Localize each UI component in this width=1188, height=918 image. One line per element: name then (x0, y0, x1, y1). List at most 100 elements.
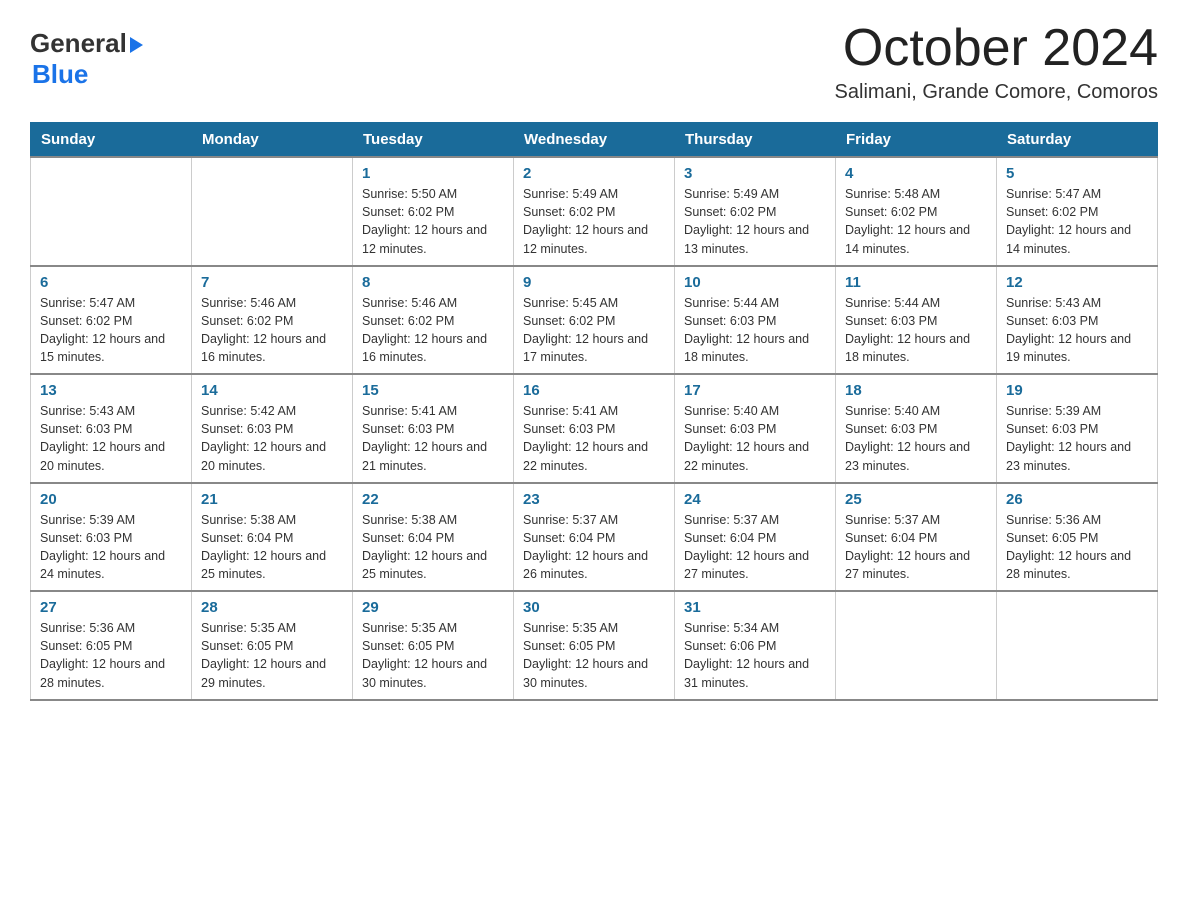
logo-general: General (30, 28, 127, 59)
calendar-cell: 18 Sunrise: 5:40 AM Sunset: 6:03 PM Dayli… (836, 374, 997, 483)
calendar-cell: 10Sunrise: 5:44 AM Sunset: 6:03 PM Dayli… (675, 266, 836, 375)
calendar-cell: 8 Sunrise: 5:46 AM Sunset: 6:02 PM Daylig… (353, 266, 514, 375)
calendar-cell: 31 Sunrise: 5:34 AM Sunset: 6:06 PM Dayli… (675, 591, 836, 700)
col-header-tuesday: Tuesday (353, 123, 514, 158)
calendar-table: SundayMondayTuesdayWednesdayThursdayFrid… (30, 122, 1158, 701)
week-row-1: 6 Sunrise: 5:47 AM Sunset: 6:02 PM Daylig… (31, 266, 1158, 375)
calendar-cell: 28 Sunrise: 5:35 AM Sunset: 6:05 PM Dayli… (192, 591, 353, 700)
day-info: Sunrise: 5:45 AM Sunset: 6:02 PM Dayligh… (523, 294, 665, 367)
calendar-cell (192, 157, 353, 266)
calendar-cell: 27 Sunrise: 5:36 AM Sunset: 6:05 PM Dayli… (31, 591, 192, 700)
calendar-cell: 29 Sunrise: 5:35 AM Sunset: 6:05 PM Dayli… (353, 591, 514, 700)
day-info: Sunrise: 5:37 AM Sunset: 6:04 PM Dayligh… (523, 511, 665, 584)
week-row-2: 13Sunrise: 5:43 AM Sunset: 6:03 PM Dayli… (31, 374, 1158, 483)
day-number: 23 (523, 491, 665, 508)
day-info: Sunrise: 5:38 AM Sunset: 6:04 PM Dayligh… (201, 511, 343, 584)
col-header-thursday: Thursday (675, 123, 836, 158)
day-number: 16 (523, 382, 665, 399)
col-header-friday: Friday (836, 123, 997, 158)
calendar-cell: 9 Sunrise: 5:45 AM Sunset: 6:02 PM Daylig… (514, 266, 675, 375)
calendar-cell (31, 157, 192, 266)
day-number: 31 (684, 599, 826, 616)
calendar-cell: 21 Sunrise: 5:38 AM Sunset: 6:04 PM Dayli… (192, 483, 353, 592)
day-number: 10 (684, 274, 826, 291)
week-row-0: 1 Sunrise: 5:50 AM Sunset: 6:02 PM Daylig… (31, 157, 1158, 266)
day-number: 20 (40, 491, 182, 508)
day-info: Sunrise: 5:34 AM Sunset: 6:06 PM Dayligh… (684, 619, 826, 692)
day-number: 11 (845, 274, 987, 291)
title-block: October 2024 Salimani, Grande Comore, Co… (835, 20, 1158, 104)
day-number: 28 (201, 599, 343, 616)
week-row-4: 27 Sunrise: 5:36 AM Sunset: 6:05 PM Dayli… (31, 591, 1158, 700)
day-info: Sunrise: 5:46 AM Sunset: 6:02 PM Dayligh… (201, 294, 343, 367)
day-number: 25 (845, 491, 987, 508)
day-number: 19 (1006, 382, 1148, 399)
day-info: Sunrise: 5:37 AM Sunset: 6:04 PM Dayligh… (845, 511, 987, 584)
day-number: 14 (201, 382, 343, 399)
calendar-cell: 15Sunrise: 5:41 AM Sunset: 6:03 PM Dayli… (353, 374, 514, 483)
day-number: 12 (1006, 274, 1148, 291)
calendar-cell: 5 Sunrise: 5:47 AM Sunset: 6:02 PM Daylig… (997, 157, 1158, 266)
day-number: 1 (362, 165, 504, 182)
col-header-wednesday: Wednesday (514, 123, 675, 158)
calendar-cell: 14Sunrise: 5:42 AM Sunset: 6:03 PM Dayli… (192, 374, 353, 483)
calendar-cell: 25 Sunrise: 5:37 AM Sunset: 6:04 PM Dayli… (836, 483, 997, 592)
day-number: 24 (684, 491, 826, 508)
calendar-cell: 26 Sunrise: 5:36 AM Sunset: 6:05 PM Dayli… (997, 483, 1158, 592)
day-info: Sunrise: 5:35 AM Sunset: 6:05 PM Dayligh… (201, 619, 343, 692)
day-number: 27 (40, 599, 182, 616)
calendar-cell: 20 Sunrise: 5:39 AM Sunset: 6:03 PM Dayli… (31, 483, 192, 592)
day-number: 6 (40, 274, 182, 291)
header-row: SundayMondayTuesdayWednesdayThursdayFrid… (31, 123, 1158, 158)
day-info: Sunrise: 5:46 AM Sunset: 6:02 PM Dayligh… (362, 294, 504, 367)
day-number: 18 (845, 382, 987, 399)
day-number: 21 (201, 491, 343, 508)
day-info: Sunrise: 5:39 AM Sunset: 6:03 PM Dayligh… (40, 511, 182, 584)
day-number: 13 (40, 382, 182, 399)
location-subtitle: Salimani, Grande Comore, Comoros (835, 81, 1158, 104)
calendar-cell: 3 Sunrise: 5:49 AM Sunset: 6:02 PM Daylig… (675, 157, 836, 266)
day-info: Sunrise: 5:40 AM Sunset: 6:03 PM Dayligh… (684, 402, 826, 475)
day-number: 29 (362, 599, 504, 616)
col-header-saturday: Saturday (997, 123, 1158, 158)
day-info: Sunrise: 5:49 AM Sunset: 6:02 PM Dayligh… (684, 185, 826, 258)
day-info: Sunrise: 5:35 AM Sunset: 6:05 PM Dayligh… (362, 619, 504, 692)
day-number: 2 (523, 165, 665, 182)
day-number: 5 (1006, 165, 1148, 182)
calendar-cell: 12Sunrise: 5:43 AM Sunset: 6:03 PM Dayli… (997, 266, 1158, 375)
day-number: 17 (684, 382, 826, 399)
calendar-cell: 17 Sunrise: 5:40 AM Sunset: 6:03 PM Dayli… (675, 374, 836, 483)
day-number: 26 (1006, 491, 1148, 508)
day-info: Sunrise: 5:50 AM Sunset: 6:02 PM Dayligh… (362, 185, 504, 258)
calendar-cell: 11 Sunrise: 5:44 AM Sunset: 6:03 PM Dayli… (836, 266, 997, 375)
day-info: Sunrise: 5:40 AM Sunset: 6:03 PM Dayligh… (845, 402, 987, 475)
day-number: 3 (684, 165, 826, 182)
day-info: Sunrise: 5:36 AM Sunset: 6:05 PM Dayligh… (40, 619, 182, 692)
day-number: 8 (362, 274, 504, 291)
col-header-sunday: Sunday (31, 123, 192, 158)
day-info: Sunrise: 5:47 AM Sunset: 6:02 PM Dayligh… (1006, 185, 1148, 258)
day-number: 9 (523, 274, 665, 291)
calendar-cell: 30Sunrise: 5:35 AM Sunset: 6:05 PM Dayli… (514, 591, 675, 700)
day-info: Sunrise: 5:38 AM Sunset: 6:04 PM Dayligh… (362, 511, 504, 584)
calendar-cell: 16Sunrise: 5:41 AM Sunset: 6:03 PM Dayli… (514, 374, 675, 483)
day-info: Sunrise: 5:44 AM Sunset: 6:03 PM Dayligh… (845, 294, 987, 367)
calendar-cell: 23 Sunrise: 5:37 AM Sunset: 6:04 PM Dayli… (514, 483, 675, 592)
calendar-cell: 13Sunrise: 5:43 AM Sunset: 6:03 PM Dayli… (31, 374, 192, 483)
calendar-cell: 22 Sunrise: 5:38 AM Sunset: 6:04 PM Dayli… (353, 483, 514, 592)
calendar-cell: 7Sunrise: 5:46 AM Sunset: 6:02 PM Daylig… (192, 266, 353, 375)
month-title: October 2024 (835, 20, 1158, 77)
day-info: Sunrise: 5:41 AM Sunset: 6:03 PM Dayligh… (362, 402, 504, 475)
calendar-cell: 1 Sunrise: 5:50 AM Sunset: 6:02 PM Daylig… (353, 157, 514, 266)
calendar-cell: 4Sunrise: 5:48 AM Sunset: 6:02 PM Daylig… (836, 157, 997, 266)
calendar-cell: 24Sunrise: 5:37 AM Sunset: 6:04 PM Dayli… (675, 483, 836, 592)
calendar-cell (836, 591, 997, 700)
day-info: Sunrise: 5:47 AM Sunset: 6:02 PM Dayligh… (40, 294, 182, 367)
day-info: Sunrise: 5:39 AM Sunset: 6:03 PM Dayligh… (1006, 402, 1148, 475)
logo: General Blue (30, 28, 143, 90)
day-number: 22 (362, 491, 504, 508)
day-info: Sunrise: 5:35 AM Sunset: 6:05 PM Dayligh… (523, 619, 665, 692)
day-info: Sunrise: 5:49 AM Sunset: 6:02 PM Dayligh… (523, 185, 665, 258)
day-info: Sunrise: 5:36 AM Sunset: 6:05 PM Dayligh… (1006, 511, 1148, 584)
calendar-cell: 6 Sunrise: 5:47 AM Sunset: 6:02 PM Daylig… (31, 266, 192, 375)
